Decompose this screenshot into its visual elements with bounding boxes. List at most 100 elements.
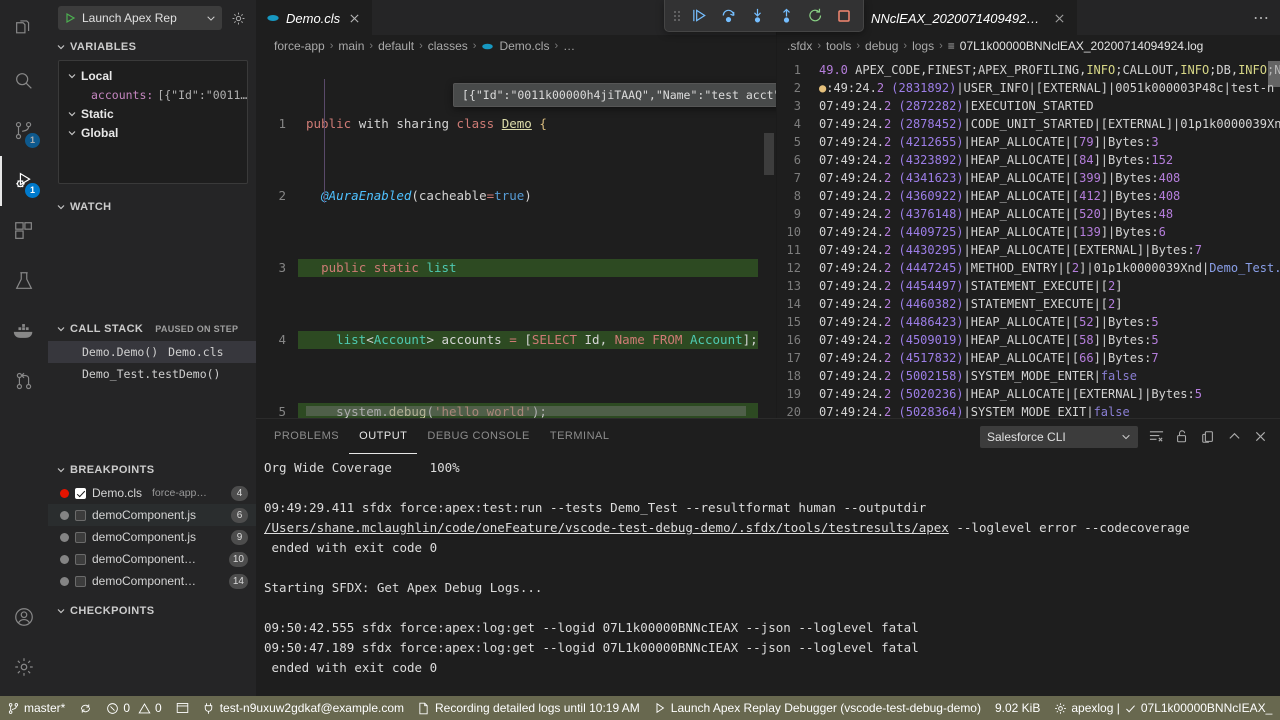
log-line-number[interactable]: 19 <box>777 385 811 403</box>
log-line-content[interactable]: 07:49:24.2 (2872282)|EXECUTION_STARTED <box>811 97 1094 115</box>
log-line-number[interactable]: 12 <box>777 259 811 277</box>
log-line-content[interactable]: 07:49:24.2 (4376148)|HEAP_ALLOCATE|[520]… <box>811 205 1173 223</box>
code-editor-apex[interactable]: 1 public with sharing class Demo { 2 @Au… <box>256 57 776 418</box>
log-line-content[interactable]: 07:49:24.2 (4341623)|HEAP_ALLOCATE|[399]… <box>811 169 1180 187</box>
breakpoint-row[interactable]: Demo.cls force-app… 4 <box>48 482 256 504</box>
step-over-icon[interactable] <box>715 3 741 29</box>
breadcrumb-item[interactable]: Demo.cls <box>499 39 549 53</box>
docker-whale-icon[interactable] <box>0 306 48 356</box>
status-size[interactable]: 9.02 KiB <box>988 696 1047 720</box>
log-line-content[interactable]: 07:49:24.2 (4212655)|HEAP_ALLOCATE|[79]|… <box>811 133 1159 151</box>
tab-debug-console[interactable]: DEBUG CONSOLE <box>417 419 539 454</box>
editor-actions[interactable]: ⋯ <box>1253 0 1280 35</box>
log-line-content[interactable]: 07:49:24.2 (4323892)|HEAP_ALLOCATE|[84]|… <box>811 151 1173 169</box>
status-launch[interactable]: Launch Apex Replay Debugger (vscode-test… <box>647 696 988 720</box>
search-icon[interactable] <box>0 56 48 106</box>
breakpoints-section-header[interactable]: BREAKPOINTS <box>48 459 256 481</box>
log-line-content[interactable]: 49.0 APEX_CODE,FINEST;APEX_PROFILING,INF… <box>811 61 1280 79</box>
debug-settings-gear-icon[interactable] <box>228 8 248 28</box>
log-line-number[interactable]: 11 <box>777 241 811 259</box>
breadcrumb-item[interactable]: .sfdx <box>787 39 812 53</box>
log-line-number[interactable]: 15 <box>777 313 811 331</box>
run-and-debug-icon[interactable]: 1 <box>0 156 48 206</box>
variables-section-header[interactable]: VARIABLES <box>48 36 256 58</box>
output-channel-select[interactable]: Salesforce CLI <box>980 426 1138 448</box>
log-line-number[interactable]: 5 <box>777 133 811 151</box>
status-org[interactable]: test-n9uxuw2gdkaf@example.com <box>196 696 411 720</box>
breadcrumb-item[interactable]: 07L1k00000BNNclEAX_20200714094924.log <box>960 39 1204 53</box>
line-number[interactable]: 3 <box>256 259 298 277</box>
breakpoint-row[interactable]: demoComponent… 10 <box>48 548 256 570</box>
log-scrollbar[interactable] <box>1268 61 1280 87</box>
breadcrumb-item[interactable]: classes <box>428 39 468 53</box>
variable-accounts[interactable]: accounts: [{"Id":"0011… <box>59 85 247 104</box>
breakpoint-checkbox[interactable] <box>75 510 86 521</box>
log-line-number[interactable]: 13 <box>777 277 811 295</box>
chevron-up-icon[interactable] <box>1226 429 1242 445</box>
tab-problems[interactable]: PROBLEMS <box>264 419 349 454</box>
status-apexlog[interactable]: apexlog | 07L1k00000BNNcIEAX_ <box>1047 696 1279 720</box>
close-icon[interactable] <box>346 10 362 26</box>
log-line-number[interactable]: 17 <box>777 349 811 367</box>
variables-scope-local[interactable]: Local <box>59 66 247 85</box>
stop-icon[interactable] <box>831 3 857 29</box>
log-line-content[interactable]: 07:49:24.2 (5020236)|HEAP_ALLOCATE|[EXTE… <box>811 385 1202 403</box>
log-line-number[interactable]: 3 <box>777 97 811 115</box>
source-control-icon[interactable]: 1 <box>0 106 48 156</box>
log-line-content[interactable]: 07:49:24.2 (4447245)|METHOD_ENTRY|[2]|01… <box>811 259 1280 277</box>
callstack-frame[interactable]: Demo_Test.testDemo() <box>48 363 256 385</box>
line-number[interactable]: 5 <box>256 403 298 418</box>
line-content[interactable]: public with sharing class Demo { <box>298 115 547 133</box>
continue-icon[interactable] <box>686 3 712 29</box>
log-line-number[interactable]: 14 <box>777 295 811 313</box>
log-line-content[interactable]: 07:49:24.2 (5002158)|SYSTEM_MODE_ENTER|f… <box>811 367 1137 385</box>
log-line-content[interactable]: 07:49:24.2 (5028364)|SYSTEM_MODE_EXIT|fa… <box>811 403 1130 418</box>
tab-output[interactable]: OUTPUT <box>349 419 417 454</box>
output-path-link[interactable]: /Users/shane.mclaughlin/code/oneFeature/… <box>264 520 949 535</box>
step-into-icon[interactable] <box>744 3 770 29</box>
breakpoint-row[interactable]: demoComponent.js 6 <box>48 504 256 526</box>
output-content[interactable]: Org Wide Coverage 100% 09:49:29.411 sfdx… <box>256 454 1280 696</box>
log-line-content[interactable]: 07:49:24.2 (4454497)|STATEMENT_EXECUTE|[… <box>811 277 1123 295</box>
testing-flask-icon[interactable] <box>0 256 48 306</box>
breakpoint-checkbox[interactable] <box>75 488 86 499</box>
editor-horizontal-scrollbar[interactable] <box>306 406 746 416</box>
status-recording[interactable]: Recording detailed logs until 10:19 AM <box>411 696 647 720</box>
breakpoint-checkbox[interactable] <box>75 532 86 543</box>
breakpoint-checkbox[interactable] <box>75 576 86 587</box>
breadcrumb-item[interactable]: main <box>338 39 364 53</box>
log-line-number[interactable]: 8 <box>777 187 811 205</box>
drag-handle-icon[interactable] <box>671 9 683 23</box>
log-line-number[interactable]: 1 <box>777 61 811 79</box>
tab-terminal[interactable]: TERMINAL <box>540 419 620 454</box>
log-line-number[interactable]: 6 <box>777 151 811 169</box>
watch-list[interactable] <box>48 218 256 318</box>
step-out-icon[interactable] <box>773 3 799 29</box>
breadcrumb-item[interactable]: logs <box>912 39 934 53</box>
log-line-number[interactable]: 18 <box>777 367 811 385</box>
status-problems[interactable]: 0 0 <box>99 696 168 720</box>
launch-configuration-select[interactable]: Launch Apex Rep <box>58 6 222 30</box>
watch-section-header[interactable]: WATCH <box>48 196 256 218</box>
log-line-content[interactable]: 07:49:24.2 (4360922)|HEAP_ALLOCATE|[412]… <box>811 187 1180 205</box>
clear-output-icon[interactable] <box>1148 429 1164 445</box>
log-line-content[interactable]: 07:49:24.2 (4460382)|STATEMENT_EXECUTE|[… <box>811 295 1123 313</box>
log-line-number[interactable]: 10 <box>777 223 811 241</box>
log-line-number[interactable]: 4 <box>777 115 811 133</box>
extensions-icon[interactable] <box>0 206 48 256</box>
status-branch[interactable]: master* <box>0 696 72 720</box>
callstack-section-header[interactable]: CALL STACK PAUSED ON STEP <box>48 318 256 340</box>
account-icon[interactable] <box>0 592 48 642</box>
restart-icon[interactable] <box>802 3 828 29</box>
log-line-content[interactable]: 07:49:24.2 (2878452)|CODE_UNIT_STARTED|[… <box>811 115 1280 133</box>
line-number[interactable]: 1 <box>256 115 298 133</box>
explorer-icon[interactable] <box>0 6 48 56</box>
line-content[interactable]: public static list <box>298 259 457 277</box>
breakpoint-checkbox[interactable] <box>75 554 86 565</box>
variables-tree[interactable]: Local accounts: [{"Id":"0011… Static Glo… <box>58 60 248 184</box>
status-remote-window[interactable] <box>169 696 196 720</box>
log-line-content[interactable]: 07:49:24.2 (4430295)|HEAP_ALLOCATE|[EXTE… <box>811 241 1202 259</box>
log-line-content[interactable]: 07:49:24.2 (4486423)|HEAP_ALLOCATE|[52]|… <box>811 313 1159 331</box>
more-actions-icon[interactable]: ⋯ <box>1253 8 1270 28</box>
log-line-content[interactable]: 07:49:24.2 (4409725)|HEAP_ALLOCATE|[139]… <box>811 223 1166 241</box>
